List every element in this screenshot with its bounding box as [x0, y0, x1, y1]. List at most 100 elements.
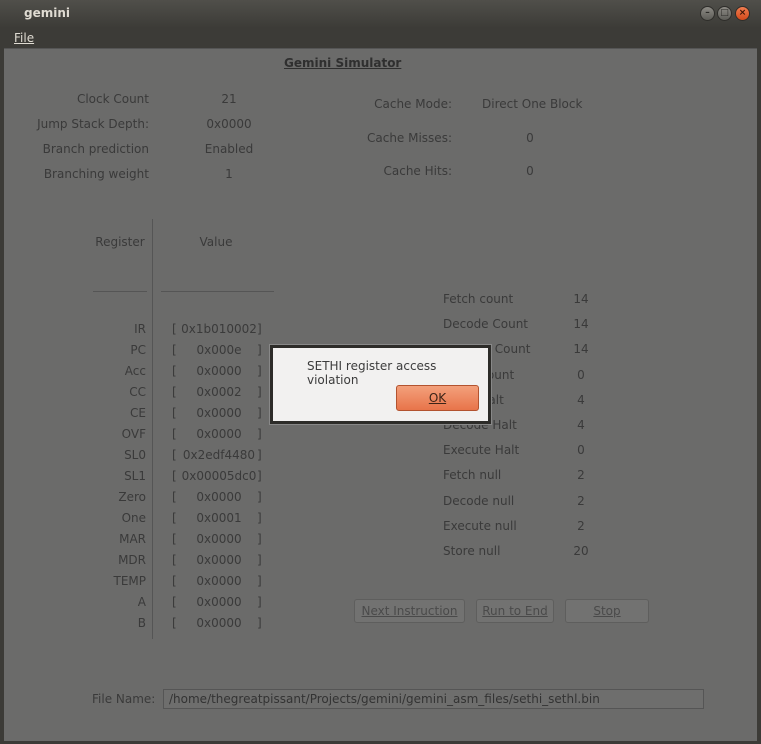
register-value: 0x0000 — [196, 595, 242, 609]
close-bracket: ] — [257, 427, 262, 441]
error-dialog: SETHI register access violation OK — [270, 345, 491, 424]
register-value: 0x000e — [196, 343, 242, 357]
register-divider — [152, 219, 153, 639]
close-bracket: ] — [257, 343, 262, 357]
register-name: B — [137, 616, 146, 630]
register-name: IR — [134, 322, 146, 336]
register-value: 0x0000 — [196, 616, 242, 630]
close-bracket: ] — [257, 553, 262, 567]
open-bracket: [ — [172, 532, 177, 546]
register-name: TEMP — [113, 574, 146, 588]
register-name: One — [121, 511, 146, 525]
register-name: PC — [130, 343, 146, 357]
register-name: CE — [130, 406, 146, 420]
register-column-header: Register — [95, 235, 145, 249]
close-bracket: ] — [257, 364, 262, 378]
pipeline-value: 20 — [573, 544, 589, 558]
file-name-label: File Name: — [92, 692, 156, 706]
open-bracket: [ — [172, 511, 177, 525]
window-title: gemini — [24, 6, 71, 20]
open-bracket: [ — [172, 427, 177, 441]
pipeline-value: 4 — [577, 392, 585, 407]
close-bracket: ] — [257, 406, 262, 420]
close-bracket: ] — [257, 616, 262, 630]
pipeline-value: 14 — [573, 292, 589, 306]
run-to-end-button[interactable]: Run to End — [476, 599, 554, 623]
minimize-button[interactable]: – — [700, 6, 715, 21]
register-name: CC — [129, 385, 146, 399]
pipeline-value: 0 — [577, 443, 585, 458]
register-value: 0x0001 — [196, 511, 242, 525]
pipeline-label: Execute Halt — [443, 443, 520, 458]
open-bracket: [ — [172, 322, 177, 336]
register-value: 0x0000 — [196, 427, 242, 441]
pipeline-label: Fetch null — [443, 468, 502, 483]
pipeline-value: 2 — [577, 493, 585, 508]
register-name: Acc — [124, 364, 146, 378]
register-name: Zero — [118, 490, 146, 504]
cache-mode-value: Direct One Block — [482, 97, 583, 111]
pipeline-value: 14 — [573, 342, 589, 357]
value-column-header: Value — [199, 235, 233, 249]
menu-bar: File — [0, 28, 761, 48]
open-bracket: [ — [172, 595, 177, 609]
cache-mode-label: Cache Mode: — [374, 97, 452, 111]
ok-button[interactable]: OK — [396, 385, 479, 411]
branching-weight-label: Branching weight — [43, 167, 149, 181]
file-name-field[interactable]: /home/thegreatpissant/Projects/gemini/ge… — [163, 689, 704, 709]
close-bracket: ] — [257, 574, 262, 588]
open-bracket: [ — [172, 343, 177, 357]
register-value: 0x0000 — [196, 553, 242, 567]
pipeline-label: Decode Count — [443, 317, 529, 332]
dialog-message: SETHI register access violation — [307, 359, 437, 387]
register-value: 0x1b010002 — [181, 322, 257, 336]
open-bracket: [ — [172, 469, 177, 483]
pipeline-value: 4 — [577, 418, 585, 432]
open-bracket: [ — [172, 364, 177, 378]
cache-misses-label: Cache Misses: — [366, 131, 452, 145]
register-value: 0x0000 — [196, 364, 242, 378]
close-button[interactable]: × — [735, 6, 750, 21]
jump-stack-depth-value: 0x0000 — [206, 117, 252, 131]
register-value: 0x0000 — [196, 574, 242, 588]
pipeline-value: 2 — [577, 468, 585, 483]
cache-misses-value: 0 — [526, 131, 534, 145]
cache-hits-label: Cache Hits: — [383, 164, 453, 178]
app-window: gemini – □ × File Gemini Simulator Clock… — [0, 0, 761, 744]
register-name: SL1 — [124, 469, 146, 483]
maximize-button[interactable]: □ — [717, 6, 732, 21]
close-bracket: ] — [257, 322, 262, 336]
stop-button[interactable]: Stop — [565, 599, 649, 623]
title-bar[interactable]: gemini – □ × — [0, 0, 761, 28]
register-value: 0x0000 — [196, 490, 242, 504]
branching-weight-value: 1 — [225, 167, 233, 181]
clock-count-label: Clock Count — [76, 92, 149, 106]
pipeline-label: Fetch count — [443, 292, 514, 306]
value-header-rule — [161, 291, 274, 292]
next-instruction-button[interactable]: Next Instruction — [354, 599, 465, 623]
register-name: SL0 — [124, 448, 146, 462]
menu-file[interactable]: File — [14, 31, 34, 45]
close-bracket: ] — [257, 469, 262, 483]
close-bracket: ] — [257, 385, 262, 399]
pipeline-value: 2 — [577, 518, 585, 533]
open-bracket: [ — [172, 385, 177, 399]
pipeline-label: Decode null — [443, 493, 515, 508]
open-bracket: [ — [172, 406, 177, 420]
register-name: MDR — [118, 553, 146, 567]
pipeline-value: 14 — [573, 317, 589, 332]
close-bracket: ] — [257, 595, 262, 609]
cache-hits-value: 0 — [526, 164, 534, 178]
branch-prediction-label: Branch prediction — [42, 142, 149, 156]
register-value: 0x0002 — [196, 385, 242, 399]
register-name: A — [137, 595, 146, 609]
open-bracket: [ — [172, 553, 177, 567]
register-name: OVF — [121, 427, 146, 441]
open-bracket: [ — [172, 448, 177, 462]
open-bracket: [ — [172, 490, 177, 504]
close-bracket: ] — [257, 532, 262, 546]
close-bracket: ] — [257, 490, 262, 504]
register-value: 0x00005dc0 — [181, 469, 257, 483]
jump-stack-depth-label: Jump Stack Depth: — [37, 117, 149, 131]
open-bracket: [ — [172, 574, 177, 588]
